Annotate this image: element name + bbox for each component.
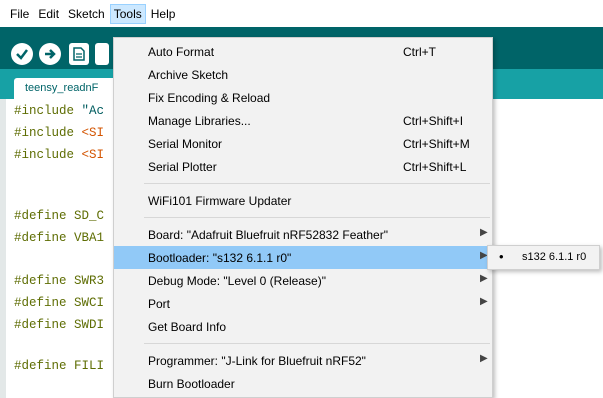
upload-icon (45, 49, 56, 59)
chevron-right-icon: ▶ (480, 353, 488, 364)
menu-item-board[interactable]: Board: "Adafruit Bluefruit nRF52832 Feat… (114, 223, 492, 246)
code-line: #define SWCI (14, 296, 105, 310)
open-button[interactable] (95, 43, 109, 65)
menu-bar: File Edit Sketch Tools Help (0, 0, 603, 27)
menu-separator (144, 183, 490, 184)
menu-item-shortcut: Ctrl+Shift+I (403, 114, 464, 128)
menu-item-label: Programmer: "J-Link for Bluefruit nRF52" (148, 354, 366, 368)
menu-file[interactable]: File (6, 4, 33, 24)
menu-item-shortcut: Ctrl+T (403, 45, 436, 59)
menu-item-label: Burn Bootloader (148, 377, 235, 391)
menu-item-label: WiFi101 Firmware Updater (148, 194, 292, 208)
code-line: #include <SI (14, 148, 105, 162)
menu-sketch[interactable]: Sketch (64, 4, 109, 24)
code-line: #define VBA1 (14, 231, 105, 245)
menu-item-label: Bootloader: "s132 6.1.1 r0" (148, 251, 292, 265)
menu-item-label: Serial Plotter (148, 160, 217, 174)
menu-item-label: Serial Monitor (148, 137, 223, 151)
tools-menu: Auto Format Ctrl+T Archive Sketch Fix En… (113, 37, 493, 398)
menu-item-get-board-info[interactable]: Get Board Info (114, 315, 492, 338)
code-line: #include "Ac (14, 104, 105, 118)
menu-item-fix-encoding[interactable]: Fix Encoding & Reload (114, 86, 492, 109)
menu-item-burn-bootloader[interactable]: Burn Bootloader (114, 372, 492, 395)
new-button[interactable] (69, 43, 89, 65)
menu-item-debug-mode[interactable]: Debug Mode: "Level 0 (Release)" ▶ (114, 269, 492, 292)
menu-help[interactable]: Help (147, 4, 180, 24)
menu-item-programmer[interactable]: Programmer: "J-Link for Bluefruit nRF52"… (114, 349, 492, 372)
menu-tools[interactable]: Tools (109, 3, 146, 24)
code-line: #define SD_C (14, 209, 105, 223)
menu-separator (144, 217, 490, 218)
new-icon (73, 47, 85, 61)
chevron-right-icon: ▶ (480, 273, 488, 284)
menu-item-label: Auto Format (148, 45, 215, 59)
menu-item-manage-libraries[interactable]: Manage Libraries... Ctrl+Shift+I (114, 109, 492, 132)
menu-item-shortcut: Ctrl+Shift+M (403, 137, 470, 151)
code-line: #include <SI (14, 126, 105, 140)
menu-item-label: Archive Sketch (148, 68, 229, 82)
menu-item-label: Board: "Adafruit Bluefruit nRF52832 Feat… (148, 228, 388, 242)
menu-item-shortcut: Ctrl+Shift+L (403, 160, 467, 174)
menu-item-label: Port (148, 297, 171, 311)
menu-item-label: Debug Mode: "Level 0 (Release)" (148, 274, 326, 288)
editor-gutter (0, 99, 6, 398)
menu-item-auto-format[interactable]: Auto Format Ctrl+T (114, 40, 492, 63)
menu-item-port[interactable]: Port ▶ (114, 292, 492, 315)
submenu-item-s132[interactable]: • s132 6.1.1 r0 (488, 246, 599, 269)
menu-item-wifi101-updater[interactable]: WiFi101 Firmware Updater (114, 189, 492, 212)
verify-icon (16, 49, 28, 60)
upload-button[interactable] (39, 43, 61, 65)
menu-item-label: Fix Encoding & Reload (148, 91, 271, 105)
chevron-right-icon: ▶ (480, 296, 488, 307)
code-line: #define FILI (14, 359, 105, 373)
menu-item-archive-sketch[interactable]: Archive Sketch (114, 63, 492, 86)
bootloader-submenu: • s132 6.1.1 r0 (487, 245, 600, 270)
selected-bullet-icon: • (499, 249, 504, 264)
code-line: #define SWR3 (14, 274, 105, 288)
menu-item-serial-monitor[interactable]: Serial Monitor Ctrl+Shift+M (114, 132, 492, 155)
code-line: #define SWDI (14, 318, 105, 332)
menu-edit[interactable]: Edit (34, 4, 63, 24)
menu-item-label: Get Board Info (148, 320, 227, 334)
chevron-right-icon: ▶ (480, 227, 488, 238)
menu-separator (144, 343, 490, 344)
menu-item-serial-plotter[interactable]: Serial Plotter Ctrl+Shift+L (114, 155, 492, 178)
menu-item-bootloader[interactable]: Bootloader: "s132 6.1.1 r0" ▶ (114, 246, 492, 269)
submenu-item-label: s132 6.1.1 r0 (522, 251, 587, 263)
verify-button[interactable] (11, 43, 33, 65)
menu-item-label: Manage Libraries... (148, 114, 251, 128)
